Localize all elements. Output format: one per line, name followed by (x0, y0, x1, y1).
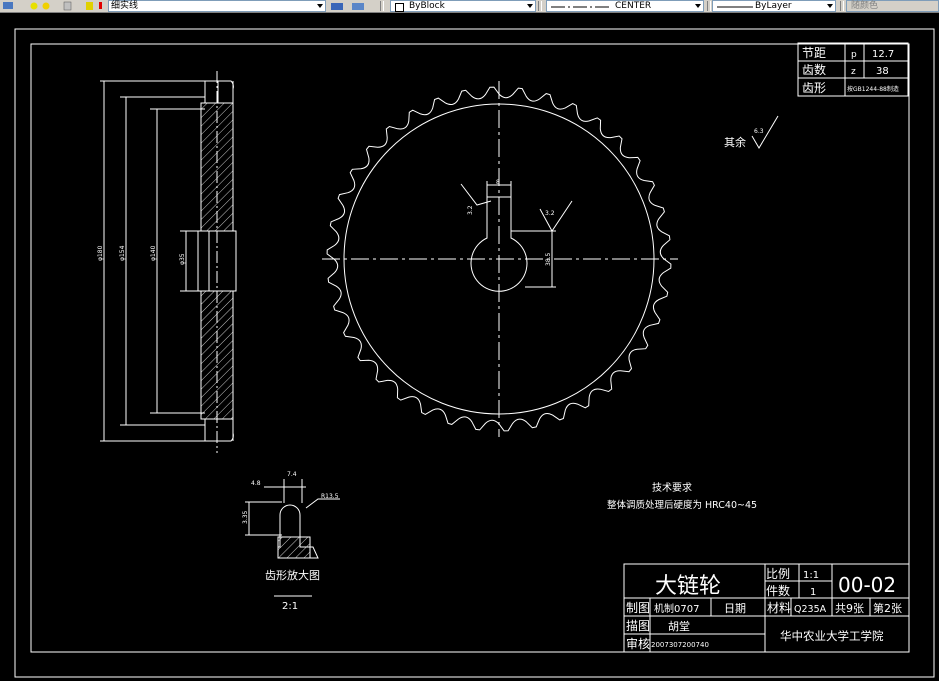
detail-dim-a: 4.8 (251, 480, 261, 487)
param-table-text: 节距 p 12.7 齿数 z 38 齿形 按GB1244-88制造 (802, 46, 899, 95)
qty-value: 1 (810, 587, 816, 598)
param-name-1: 齿数 (802, 62, 826, 77)
layer-state-icons[interactable] (2, 0, 106, 12)
linetype-preview-icon (551, 6, 611, 8)
param-val-0: 12.7 (872, 49, 894, 60)
side-view-dims: φ180 φ154 φ140 φ35 (97, 245, 186, 265)
student-number: 2007307200740 (651, 641, 709, 649)
layer-icons (3, 1, 106, 11)
plotstyle-value: 随颜色 (851, 1, 879, 11)
outer-border (14, 28, 935, 678)
part-name: 大链轮 (655, 574, 721, 599)
detail-dim-b: 7.4 (287, 471, 297, 478)
color-swatch-icon (99, 2, 106, 9)
sheet-total: 共9张 (835, 602, 864, 615)
param-sym-0: p (851, 50, 857, 60)
linetype-value: CENTER (615, 1, 652, 11)
sun-icon[interactable] (42, 2, 50, 10)
drawn-label: 制图 (626, 601, 650, 615)
dim-d2: φ154 (119, 245, 126, 261)
lock-icon[interactable] (63, 1, 72, 11)
layer-manager-icon[interactable] (3, 2, 13, 9)
param-val-2: 按GB1244-88制造 (847, 85, 899, 93)
lineweight-value: ByLayer (755, 1, 792, 11)
dim-d3: φ140 (150, 245, 157, 261)
toolbar-separator (380, 1, 384, 11)
traced-by: 胡堂 (668, 619, 690, 633)
dim-key-width: 8 (496, 179, 500, 186)
color-dropdown[interactable]: ByBlock (390, 0, 536, 12)
layer-previous-icon[interactable] (352, 3, 364, 10)
side-view (100, 71, 237, 453)
detail-dim-c: R13.5 (321, 493, 339, 500)
material-value: Q235A (794, 604, 827, 615)
chevron-down-icon[interactable] (527, 4, 533, 8)
scale-value: 1:1 (803, 570, 819, 581)
chevron-down-icon[interactable] (695, 4, 701, 8)
tech-req-line: 整体调质处理后硬度为 HRC40~45 (607, 499, 757, 511)
dim-key-height: 3.2 (467, 205, 474, 215)
detail-caption-scale: 2:1 (282, 601, 298, 612)
school-name: 华中农业大学工学院 (780, 629, 884, 643)
drawing-code: 00-02 (838, 573, 896, 597)
rough-other-value: 6.3 (754, 128, 764, 135)
lineweight-preview-icon (717, 6, 753, 8)
drawn-by: 机制0707 (654, 602, 699, 615)
properties-toolbar: 细实线 ByBlock CENTER ByLayer 随颜色 (0, 0, 939, 13)
lineweight-dropdown[interactable]: ByLayer (712, 0, 836, 12)
param-sym-1: z (851, 67, 856, 77)
dim-d1: φ180 (97, 245, 104, 261)
layer-tools[interactable] (330, 0, 370, 12)
color-box-icon (395, 3, 404, 12)
toolbar-separator (840, 1, 844, 11)
layer-name: 细实线 (111, 1, 139, 11)
drawing-canvas[interactable]: φ180 φ154 φ140 φ35 8 3.2 3.2 38.5 其余 6.3 (0, 13, 939, 681)
lock-open-icon[interactable] (86, 2, 93, 10)
traced-label: 描图 (626, 619, 650, 633)
front-view-dims: 8 3.2 3.2 38.5 其余 6.3 (467, 128, 764, 266)
param-name-2: 齿形 (802, 81, 826, 95)
scale-label: 比例 (766, 567, 790, 581)
tech-requirements: 技术要求 整体调质处理后硬度为 HRC40~45 (607, 481, 757, 511)
dim-bore: φ35 (179, 253, 186, 265)
detail-dim-d: 3.35 (242, 510, 249, 524)
bulb-icon[interactable] (30, 2, 38, 10)
qty-label: 件数 (766, 583, 790, 598)
material-label: 材料 (767, 601, 791, 615)
toolbar-separator (707, 1, 711, 11)
date-label: 日期 (724, 602, 746, 615)
param-name-0: 节距 (802, 46, 826, 60)
drawing-frame (30, 43, 910, 653)
dim-key-depth: 38.5 (545, 252, 552, 266)
param-val-1: 38 (876, 66, 889, 77)
sheet-number: 第2张 (873, 601, 902, 615)
rough-other-label: 其余 (724, 135, 746, 149)
chevron-down-icon[interactable] (317, 4, 323, 8)
make-current-icon[interactable] (331, 3, 343, 10)
detail-caption-title: 齿形放大图 (265, 568, 320, 582)
rough-key: 3.2 (545, 210, 555, 217)
tech-req-title: 技术要求 (652, 481, 692, 494)
check-label: 审核 (626, 636, 650, 651)
linetype-dropdown[interactable]: CENTER (546, 0, 704, 12)
layer-tools-icons (331, 3, 364, 10)
title-block-text: 大链轮 比例 1:1 件数 1 00-02 制图 机制0707 日期 材料 Q2… (626, 567, 902, 651)
layer-dropdown[interactable]: 细实线 (108, 0, 326, 12)
chevron-down-icon[interactable] (827, 4, 833, 8)
color-value: ByBlock (409, 1, 445, 11)
plotstyle-dropdown[interactable]: 随颜色 (846, 0, 939, 12)
toolbar-separator (538, 1, 542, 11)
